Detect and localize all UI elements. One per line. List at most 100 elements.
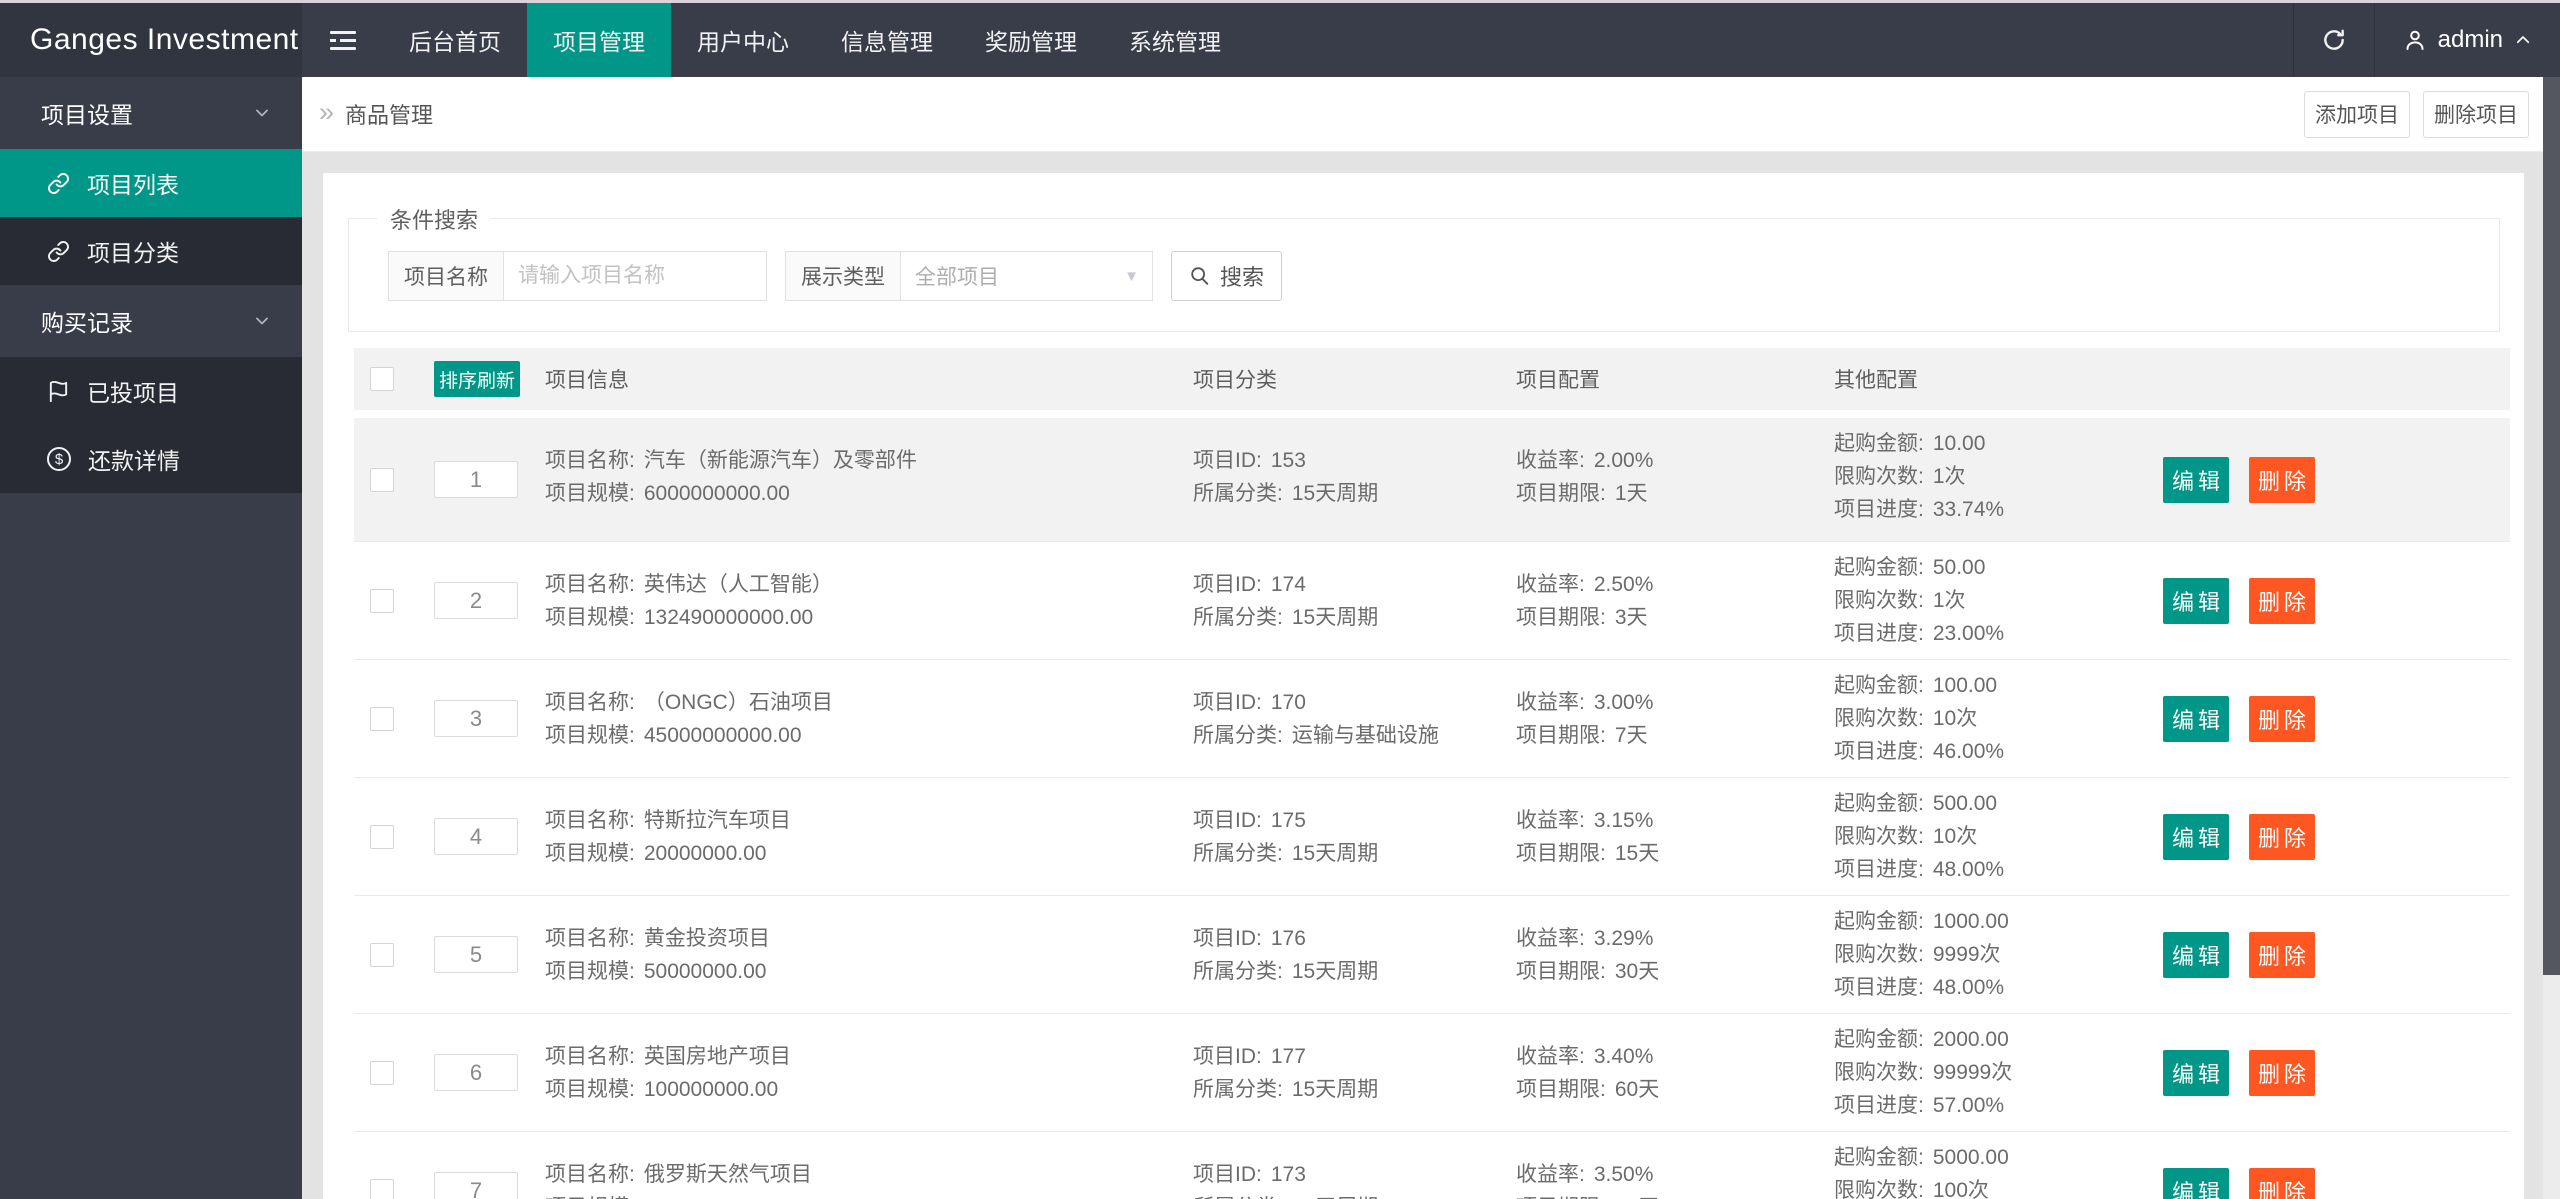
select-all-checkbox[interactable] <box>370 367 394 391</box>
search-button[interactable]: 搜索 <box>1171 251 1283 301</box>
row-checkbox[interactable] <box>370 942 394 967</box>
delete-button[interactable]: 删除 <box>2249 1167 2315 1199</box>
field-label: 起购金额: <box>1834 910 1924 933</box>
project-rate: 2.50% <box>1593 573 1654 596</box>
delete-button[interactable]: 删除 <box>2249 813 2315 860</box>
delete-project-button[interactable]: 删除项目 <box>2423 90 2529 138</box>
field-label: 起购金额: <box>1834 792 1924 815</box>
sidebar-item-repayment-details[interactable]: $ 还款详情 <box>0 425 302 493</box>
row-checkbox[interactable] <box>370 1060 394 1085</box>
sidebar-group-project-settings[interactable]: 项目设置 <box>0 77 302 149</box>
table-row: 项目名称: 黄金投资项目 项目规模: 50000000.00 项目ID: 176 所属… <box>354 896 2510 1014</box>
row-order-input[interactable] <box>434 582 518 619</box>
project-category-cell: 项目ID: 153 所属分类: 15天周期 <box>1193 418 1516 541</box>
project-rate: 3.29% <box>1593 927 1654 950</box>
row-order-input[interactable] <box>434 700 518 737</box>
delete-button[interactable]: 删除 <box>2249 577 2315 624</box>
row-actions: 编辑 删除 <box>2163 418 2510 541</box>
edit-button[interactable]: 编辑 <box>2163 1049 2229 1096</box>
sidebar-group-label: 项目设置 <box>41 102 133 128</box>
row-actions: 编辑 删除 <box>2163 896 2510 1013</box>
project-min-amount: 2000.00 <box>1932 1028 2009 1051</box>
row-checkbox[interactable] <box>370 706 394 731</box>
project-category: 15天周期 <box>1291 960 1379 983</box>
field-label: 所属分类: <box>1193 1078 1283 1101</box>
field-label: 项目ID: <box>1193 809 1262 832</box>
row-checkbox[interactable] <box>370 588 394 613</box>
project-name-input[interactable] <box>504 251 767 301</box>
edit-button[interactable]: 编辑 <box>2163 456 2229 503</box>
table-header: 排序刷新 项目信息 项目分类 项目配置 其他配置 <box>354 348 2510 410</box>
row-order-input[interactable] <box>434 936 518 973</box>
sidebar-group-purchase-records[interactable]: 购买记录 <box>0 285 302 357</box>
field-label: 收益率: <box>1516 809 1585 832</box>
edit-button[interactable]: 编辑 <box>2163 1167 2229 1199</box>
other-config-cell: 起购金额: 10.00 限购次数: 1次 项目进度: 33.74% <box>1834 418 2163 541</box>
delete-button[interactable]: 删除 <box>2249 695 2315 742</box>
project-config-cell: 收益率: 3.40% 项目期限: 60天 <box>1516 1014 1834 1131</box>
sort-refresh-button[interactable]: 排序刷新 <box>434 361 520 397</box>
menu-toggle-button[interactable] <box>302 3 383 77</box>
nav-item-system-management[interactable]: 系统管理 <box>1103 3 1247 77</box>
sidebar-group-label: 购买记录 <box>41 310 133 336</box>
link-icon <box>47 172 70 195</box>
field-label: 收益率: <box>1516 927 1585 950</box>
project-info-cell: 项目名称:俄罗斯天然气项目 项目规模:800000000.00 <box>545 1132 1193 1199</box>
row-order-input[interactable] <box>434 1172 518 1199</box>
row-checkbox[interactable] <box>370 1178 394 1199</box>
row-order-input[interactable] <box>434 818 518 855</box>
sidebar-item-project-category[interactable]: 项目分类 <box>0 217 302 285</box>
project-term: 60天 <box>1614 1078 1660 1101</box>
edit-button[interactable]: 编辑 <box>2163 577 2229 624</box>
add-project-button[interactable]: 添加项目 <box>2304 90 2410 138</box>
field-label: 起购金额: <box>1834 1146 1924 1169</box>
delete-button[interactable]: 删除 <box>2249 1049 2315 1096</box>
edit-button[interactable]: 编辑 <box>2163 931 2229 978</box>
project-id: 174 <box>1270 573 1306 596</box>
refresh-button[interactable] <box>2292 3 2375 77</box>
field-label: 项目ID: <box>1193 449 1262 472</box>
delete-button[interactable]: 删除 <box>2249 931 2315 978</box>
row-checkbox[interactable] <box>370 824 394 849</box>
projects-table: 排序刷新 项目信息 项目分类 项目配置 其他配置 项目名称: 汽车（新能源汽车）及… <box>354 348 2510 1199</box>
field-label: 项目名称: <box>545 927 635 950</box>
field-label: 所属分类: <box>1193 842 1283 865</box>
nav-item-user-center[interactable]: 用户中心 <box>671 3 815 77</box>
field-label: 限购次数: <box>1834 943 1924 966</box>
project-category: 15天周期 <box>1291 482 1379 505</box>
field-label: 限购次数: <box>1834 707 1924 730</box>
field-label: 起购金额: <box>1834 1028 1924 1051</box>
project-info-cell: 项目名称: 特斯拉汽车项目 项目规模: 20000000.00 <box>545 778 1193 895</box>
row-checkbox[interactable] <box>370 467 394 492</box>
edit-button[interactable]: 编辑 <box>2163 695 2229 742</box>
project-purchase-limit: 1次 <box>1932 589 1966 612</box>
column-header-other: 其他配置 <box>1834 369 1918 392</box>
nav-item-home[interactable]: 后台首页 <box>383 3 527 77</box>
search-button-label: 搜索 <box>1220 265 1265 290</box>
delete-button[interactable]: 删除 <box>2249 456 2315 503</box>
project-term: 15天 <box>1614 842 1660 865</box>
sidebar-item-project-list[interactable]: 项目列表 <box>0 149 302 217</box>
user-menu[interactable]: admin <box>2375 3 2560 77</box>
nav-item-info-management[interactable]: 信息管理 <box>815 3 959 77</box>
header-right: admin <box>2292 3 2560 77</box>
project-id: 170 <box>1270 691 1306 714</box>
field-label: 项目ID: <box>1193 573 1262 596</box>
field-label: 限购次数: <box>1834 1061 1924 1084</box>
display-type-select[interactable]: 全部项目 ▼ <box>901 251 1153 301</box>
sidebar-item-invested-projects[interactable]: 已投项目 <box>0 357 302 425</box>
nav-item-reward-management[interactable]: 奖励管理 <box>959 3 1103 77</box>
row-order-input[interactable] <box>434 1054 518 1091</box>
column-header-category: 项目分类 <box>1193 369 1277 392</box>
breadcrumb-bar: » 商品管理 添加项目 删除项目 <box>302 77 2543 152</box>
field-label: 项目名称: <box>545 573 635 596</box>
edit-button[interactable]: 编辑 <box>2163 813 2229 860</box>
row-order-input[interactable] <box>434 461 518 498</box>
project-config-cell: 收益率: 2.00% 项目期限: 1天 <box>1516 418 1834 541</box>
search-icon <box>1189 265 1211 287</box>
project-id: 175 <box>1270 809 1306 832</box>
project-purchase-limit: 9999次 <box>1932 943 2001 966</box>
nav-item-project-management[interactable]: 项目管理 <box>527 3 671 77</box>
scrollbar-thumb[interactable] <box>2543 77 2560 975</box>
project-scale: 6000000000.00 <box>643 482 790 505</box>
